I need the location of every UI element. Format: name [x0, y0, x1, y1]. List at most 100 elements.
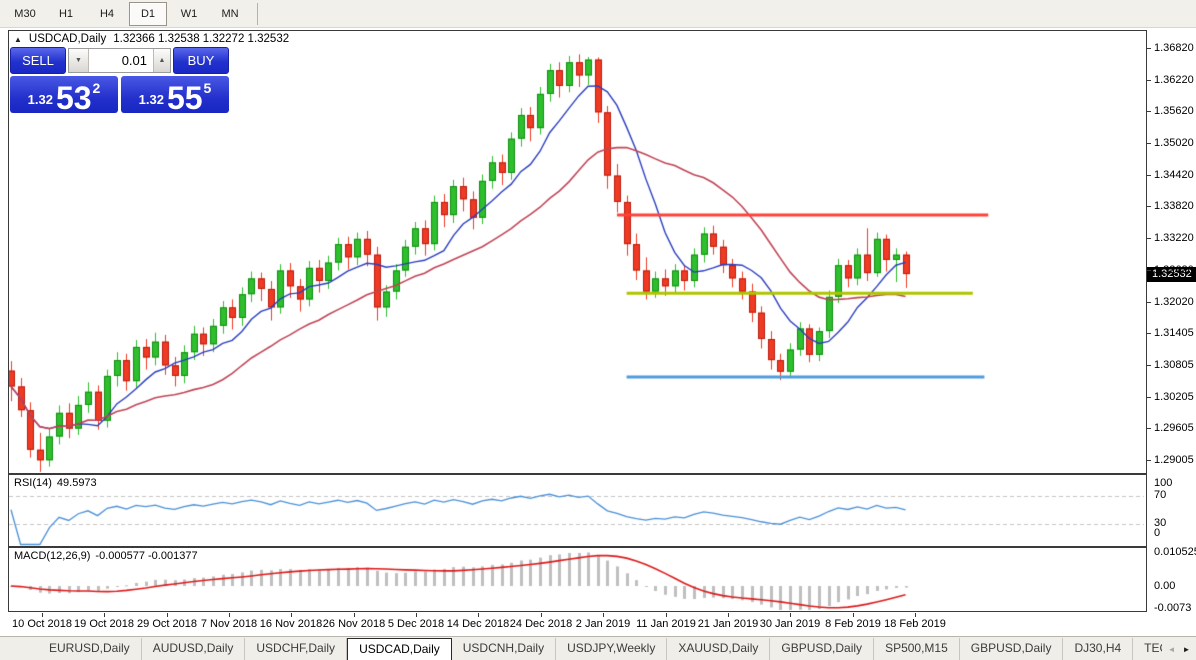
macd-name: MACD(12,26,9) — [14, 550, 91, 562]
chart-tab-usdchf-daily[interactable]: USDCHF,Daily — [245, 638, 348, 660]
date-axis-label: 11 Jan 2019 — [636, 618, 696, 630]
date-axis-tick — [915, 613, 916, 617]
chart-tab-gbpusd-daily[interactable]: GBPUSD,Daily — [770, 638, 875, 660]
price-axis-label: 1.36820 — [1154, 42, 1194, 54]
chart-tab-audusd-daily[interactable]: AUDUSD,Daily — [142, 638, 246, 660]
price-axis-label: 1.30205 — [1154, 391, 1194, 403]
price-axis-tick — [1147, 206, 1151, 207]
date-axis-tick — [728, 613, 729, 617]
price-axis-label: 1.33820 — [1154, 200, 1194, 212]
date-axis-tick — [541, 613, 542, 617]
sell-button[interactable]: SELL — [10, 47, 66, 74]
buy-price-pip: 5 — [203, 80, 212, 96]
price-axis-label: 1.29605 — [1154, 422, 1194, 434]
timeframe-button-h1[interactable]: H1 — [47, 2, 85, 26]
date-axis-label: 10 Oct 2018 — [12, 618, 72, 630]
chart-symbol-label: USDCAD,Daily — [28, 33, 107, 45]
price-axis-tick — [1147, 428, 1151, 429]
date-axis-tick — [42, 613, 43, 617]
price-axis-label: 1.33220 — [1154, 232, 1194, 244]
price-axis-tick — [1147, 302, 1151, 303]
price-axis-tick — [1147, 397, 1151, 398]
price-axis-label: 1.35620 — [1154, 105, 1194, 117]
price-axis-tick — [1147, 270, 1151, 271]
date-axis-tick — [853, 613, 854, 617]
price-axis-tick — [1147, 48, 1151, 49]
buy-button[interactable]: BUY — [173, 47, 229, 74]
date-axis-tick — [790, 613, 791, 617]
chart-tab-sp500-m15[interactable]: SP500,M15 — [874, 638, 960, 660]
date-axis-label: 18 Feb 2019 — [884, 618, 946, 630]
price-scale[interactable]: 1.32532 1.36820 1.36220 1.35620 1.35020 1.34… — [1147, 30, 1196, 614]
chart-tab-usdcnh-daily[interactable]: USDCNH,Daily — [452, 638, 557, 660]
timeframe-button-group: M30 H1 H4 D1 W1 MN — [6, 1, 252, 26]
chart-tab-bar: EURUSD,Daily AUDUSD,Daily USDCHF,Daily USDC… — [0, 636, 1196, 660]
timeframe-button-d1[interactable]: D1 — [129, 1, 167, 26]
date-axis-label: 14 Dec 2018 — [446, 618, 510, 630]
date-axis-label: 29 Oct 2018 — [137, 618, 197, 630]
price-axis-label: 1.36220 — [1154, 74, 1194, 86]
price-axis-label: 1.31405 — [1154, 327, 1194, 339]
sell-price-big: 53 — [55, 79, 92, 116]
rsi-canvas[interactable] — [9, 475, 1144, 546]
price-axis-label: 1.32620 — [1154, 264, 1194, 276]
price-axis-tick — [1147, 333, 1151, 334]
toolbar-separator — [257, 2, 258, 25]
price-axis-tick — [1147, 143, 1151, 144]
sell-price-prefix: 1.32 — [27, 92, 53, 107]
date-axis-label: 24 Dec 2018 — [509, 618, 573, 630]
chart-tab-xauusd-daily[interactable]: XAUUSD,Daily — [667, 638, 771, 660]
price-axis-label: 1.29005 — [1154, 454, 1194, 466]
date-axis-label: 21 Jan 2019 — [697, 618, 759, 630]
date-axis-label: 30 Jan 2019 — [759, 618, 821, 630]
chart-tab-usdjpy-weekly[interactable]: USDJPY,Weekly — [556, 638, 668, 660]
volume-increase-icon[interactable]: ▲ — [153, 49, 170, 72]
rsi-axis-label: 0 — [1154, 527, 1161, 539]
price-axis-label: 1.34420 — [1154, 169, 1194, 181]
rsi-axis-label: 70 — [1154, 489, 1167, 501]
chart-tab-eurusd-daily[interactable]: EURUSD,Daily — [38, 638, 142, 660]
price-axis-label: 1.35020 — [1154, 137, 1194, 149]
collapse-arrow-icon[interactable]: ▲ — [14, 35, 22, 44]
chart-tab-dj30-h4[interactable]: DJ30,H4 — [1063, 638, 1134, 660]
tab-scroll-right-icon[interactable]: ► — [1183, 645, 1191, 654]
chart-window: ▲ USDCAD,Daily 1.32366 1.32538 1.32272 1… — [8, 30, 1147, 612]
date-axis-tick — [603, 613, 604, 617]
timeframe-button-w1[interactable]: W1 — [170, 2, 208, 26]
rsi-indicator-label: RSI(14) 49.5973 — [14, 477, 97, 489]
date-axis-label: 7 Nov 2018 — [200, 618, 258, 630]
date-axis-label: 16 Nov 2018 — [259, 618, 323, 630]
price-axis-label: 1.32020 — [1154, 296, 1194, 308]
tab-scroll-left-icon[interactable]: ◄ — [1168, 645, 1176, 654]
volume-input[interactable] — [89, 49, 153, 72]
macd-axis-label: 0.010525 — [1154, 546, 1196, 558]
date-axis-tick — [478, 613, 479, 617]
date-axis-label: 19 Oct 2018 — [74, 618, 134, 630]
timeframe-button-mn[interactable]: MN — [211, 2, 249, 26]
chart-title: ▲ USDCAD,Daily 1.32366 1.32538 1.32272 1… — [14, 33, 289, 45]
date-axis-tick — [291, 613, 292, 617]
date-axis-tick — [354, 613, 355, 617]
timeframe-button-m30[interactable]: M30 — [6, 2, 44, 26]
chart-tab-gbpusd-daily[interactable]: GBPUSD,Daily — [960, 638, 1064, 660]
macd-indicator-label: MACD(12,26,9) -0.000577 -0.001377 — [14, 550, 198, 562]
price-axis-tick — [1147, 365, 1151, 366]
timeframe-toolbar: M30 H1 H4 D1 W1 MN — [0, 0, 1196, 28]
buy-price-display[interactable]: 1.32 55 5 — [121, 76, 229, 116]
price-axis-tick — [1147, 175, 1151, 176]
chart-ohlc-values: 1.32366 1.32538 1.32272 1.32532 — [113, 33, 290, 45]
date-axis-tick — [416, 613, 417, 617]
buy-price-big: 55 — [166, 79, 203, 116]
price-axis-tick — [1147, 460, 1151, 461]
chart-tab-strip: EURUSD,Daily AUDUSD,Daily USDCHF,Daily USDC… — [38, 638, 1162, 660]
chart-tab-usdcad-daily[interactable]: USDCAD,Daily — [347, 638, 452, 660]
sell-price-display[interactable]: 1.32 53 2 — [10, 76, 118, 116]
macd-axis-label: -0.0073 — [1154, 602, 1192, 614]
chart-tab-tech100[interactable]: TECH100 — [1133, 638, 1162, 660]
volume-decrease-icon[interactable]: ▼ — [69, 49, 89, 72]
rsi-value: 49.5973 — [56, 477, 97, 489]
buy-price-prefix: 1.32 — [138, 92, 164, 107]
date-axis[interactable]: 10 Oct 2018 19 Oct 2018 29 Oct 2018 7 Nov 2… — [8, 613, 1147, 633]
date-axis-tick — [666, 613, 667, 617]
timeframe-button-h4[interactable]: H4 — [88, 2, 126, 26]
